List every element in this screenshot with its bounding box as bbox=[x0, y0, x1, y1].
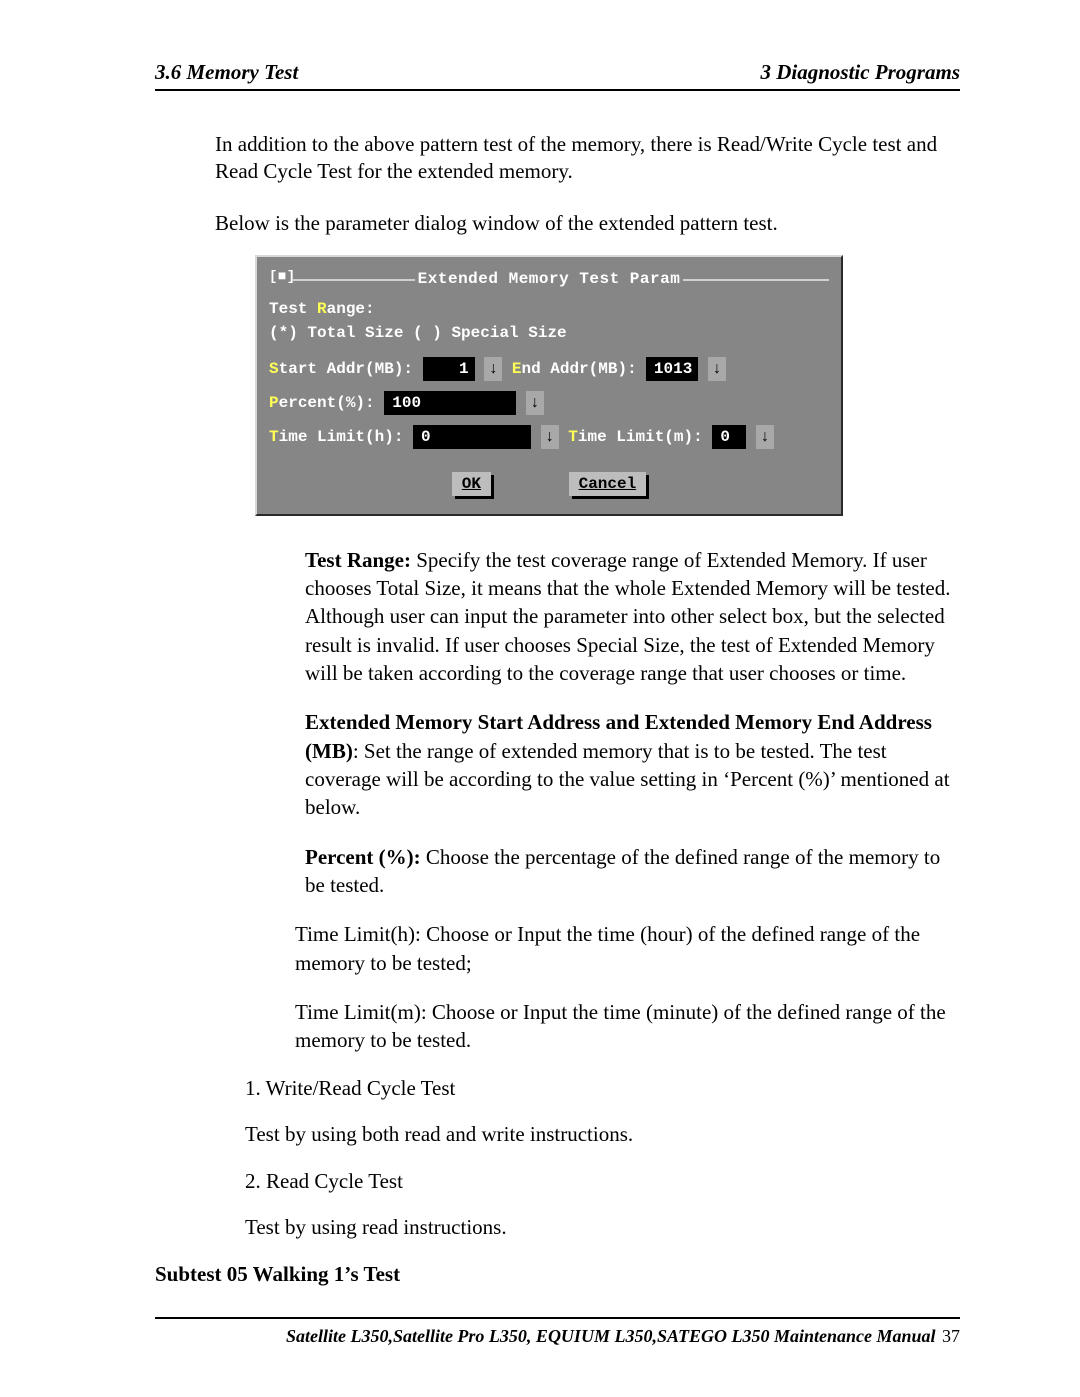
def-percent: Percent (%): Choose the percentage of th… bbox=[305, 843, 960, 900]
page-number: 37 bbox=[938, 1326, 961, 1346]
header-right: 3 Diagnostic Programs bbox=[760, 60, 960, 85]
chevron-down-icon[interactable]: ↓ bbox=[708, 357, 726, 381]
intro-paragraph-1: In addition to the above pattern test of… bbox=[215, 131, 960, 186]
chevron-down-icon[interactable]: ↓ bbox=[756, 425, 774, 449]
close-icon[interactable]: [■] bbox=[269, 267, 296, 288]
time-limit-h-field[interactable]: 0 bbox=[413, 425, 531, 449]
def-test-range: Test Range: Specify the test coverage ra… bbox=[305, 546, 960, 688]
extended-memory-test-dialog: [■] Extended Memory Test Param Test Rang… bbox=[255, 255, 843, 516]
chevron-down-icon[interactable]: ↓ bbox=[526, 391, 544, 415]
subtest-heading: Subtest 05 Walking 1’s Test bbox=[155, 1262, 960, 1287]
time-limit-m-field[interactable]: 0 bbox=[712, 425, 746, 449]
test-range-label: Test Range: bbox=[269, 297, 829, 321]
list-item-2: 2. Read Cycle Test bbox=[245, 1169, 960, 1194]
start-addr-field[interactable]: 1 bbox=[423, 357, 475, 381]
intro-paragraph-2: Below is the parameter dialog window of … bbox=[215, 210, 960, 237]
ok-button[interactable]: OK bbox=[452, 472, 491, 496]
footer-title: Satellite L350,Satellite Pro L350, EQUIU… bbox=[286, 1326, 936, 1346]
time-limit-m-label: ime Limit(m): bbox=[578, 429, 703, 447]
chevron-down-icon[interactable]: ↓ bbox=[484, 357, 502, 381]
radio-total-size[interactable]: (*) Total Size bbox=[269, 324, 403, 342]
header-rule bbox=[155, 89, 960, 91]
chevron-down-icon[interactable]: ↓ bbox=[541, 425, 559, 449]
page-header: 3.6 Memory Test 3 Diagnostic Programs bbox=[155, 60, 960, 85]
list-text-2: Test by using read instructions. bbox=[245, 1215, 960, 1240]
percent-label: ercent(%): bbox=[279, 394, 375, 412]
def-address: Extended Memory Start Address and Extend… bbox=[305, 708, 960, 821]
end-addr-field[interactable]: 1013 bbox=[646, 357, 698, 381]
def-time-limit-m: Time Limit(m): Choose or Input the time … bbox=[295, 998, 960, 1055]
cancel-button[interactable]: Cancel bbox=[569, 472, 647, 496]
start-addr-label: tart Addr(MB): bbox=[279, 360, 413, 378]
radio-special-size[interactable]: ( ) Special Size bbox=[413, 324, 567, 342]
footer-rule bbox=[155, 1317, 960, 1319]
end-addr-label: nd Addr(MB): bbox=[521, 360, 636, 378]
percent-field[interactable]: 100 bbox=[384, 391, 516, 415]
list-text-1: Test by using both read and write instru… bbox=[245, 1122, 960, 1147]
def-time-limit-h: Time Limit(h): Choose or Input the time … bbox=[295, 920, 960, 977]
dialog-title: Extended Memory Test Param bbox=[418, 270, 681, 288]
list-item-1: 1. Write/Read Cycle Test bbox=[245, 1076, 960, 1101]
time-limit-h-label: ime Limit(h): bbox=[279, 429, 404, 447]
page-footer: Satellite L350,Satellite Pro L350, EQUIU… bbox=[155, 1326, 960, 1347]
header-left: 3.6 Memory Test bbox=[155, 60, 298, 85]
